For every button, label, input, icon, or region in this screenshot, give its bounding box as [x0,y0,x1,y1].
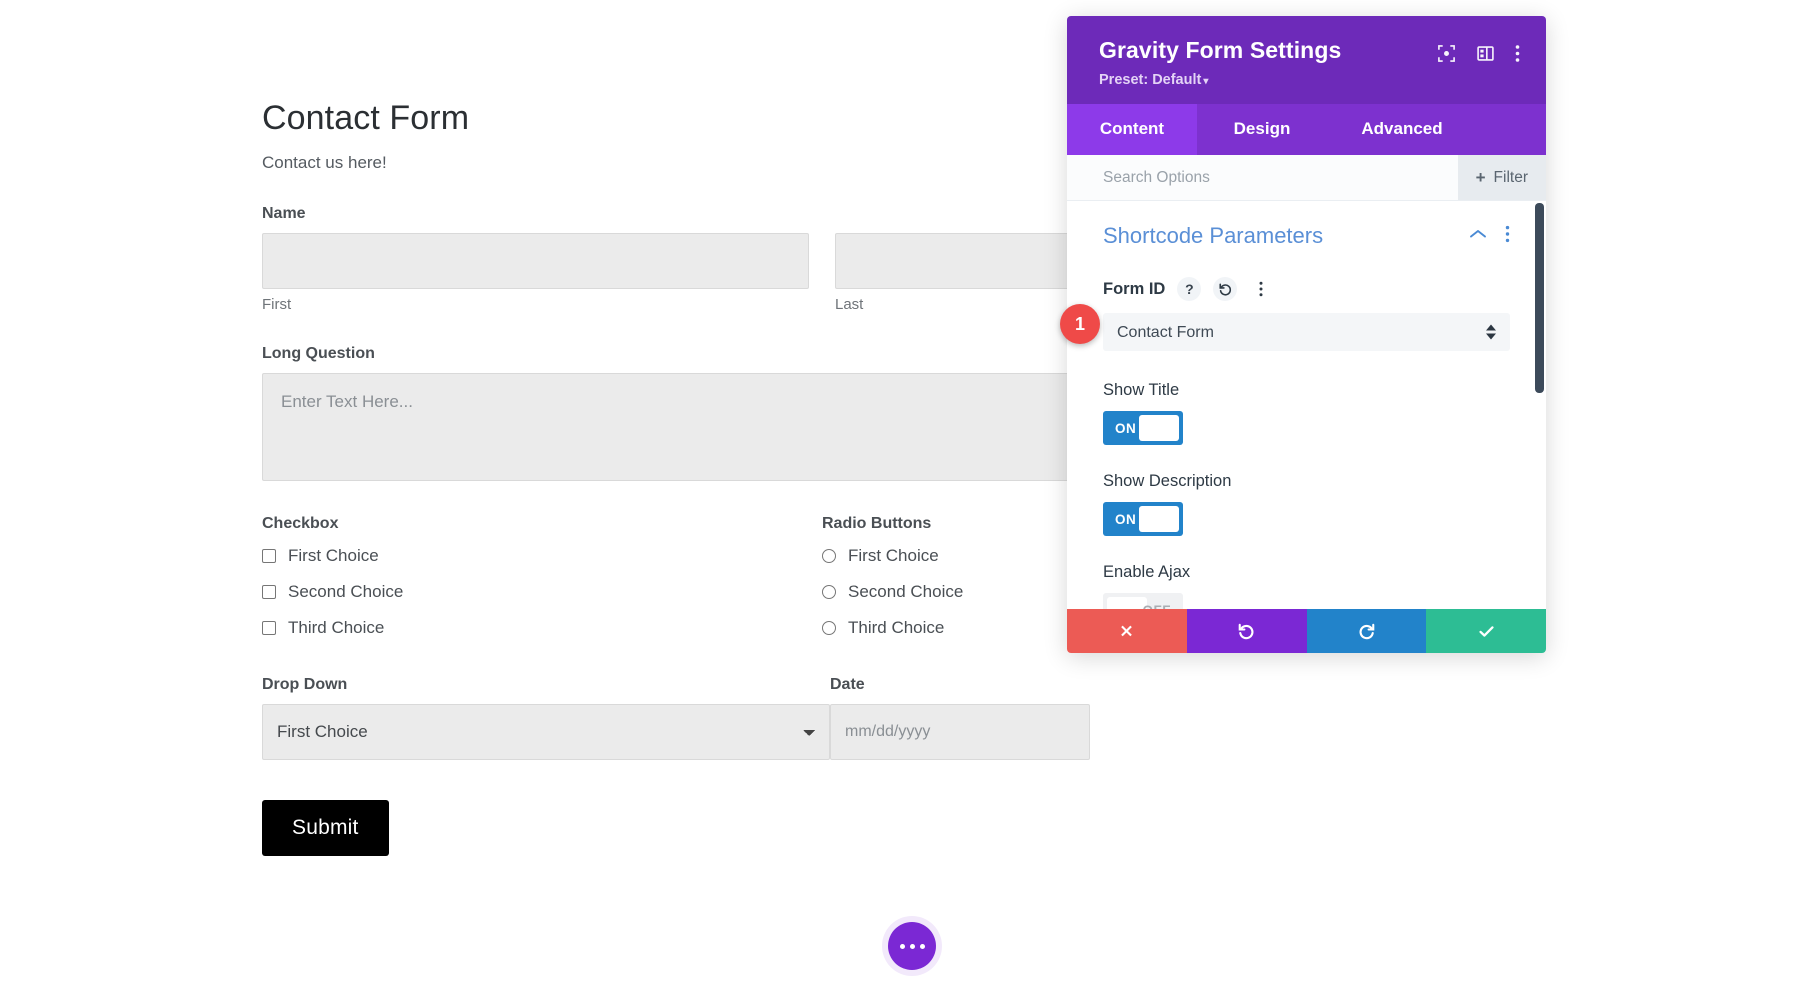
radio-option-label: Second Choice [848,582,963,602]
checkbox-group-label: Checkbox [262,515,822,533]
dropdown-select[interactable]: First Choice Second Choice Third Choice [262,704,830,760]
checkbox-option[interactable]: Third Choice [262,618,822,638]
preset-selector[interactable]: Preset: Default▾ [1099,72,1341,88]
search-bar: + Filter [1067,155,1546,201]
checkbox-group: Checkbox First Choice Second Choice Thir… [262,515,822,638]
checkbox-icon[interactable] [262,549,276,563]
show-title-toggle[interactable]: ON [1103,411,1183,445]
toggle-knob [1107,597,1147,609]
field-date: Date [830,676,1090,760]
show-description-label: Show Description [1103,472,1510,491]
form-id-label: Form ID [1103,280,1165,299]
checkbox-option-label: Third Choice [288,618,384,638]
redo-icon [1357,622,1376,641]
close-icon [1118,623,1135,640]
redo-button[interactable] [1307,609,1427,653]
modal-footer [1067,609,1546,653]
modal-title: Gravity Form Settings [1099,38,1341,63]
save-button[interactable] [1426,609,1546,653]
tab-content[interactable]: Content [1067,104,1197,155]
section-more-vertical-icon[interactable] [1505,225,1510,248]
preset-label: Preset: Default [1099,72,1201,88]
radio-option-label: Third Choice [848,618,944,638]
checkbox-option[interactable]: First Choice [262,546,822,566]
ellipsis-dot-icon [900,944,905,949]
toggle-knob [1139,415,1179,441]
modal-tabs: Content Design Advanced [1067,104,1546,155]
form-id-more-vertical-icon[interactable] [1249,277,1273,301]
toggle-knob [1139,506,1179,532]
modal-body: Shortcode Parameters [1067,201,1546,609]
layout-panel-icon[interactable] [1476,44,1495,68]
radio-icon[interactable] [822,549,836,563]
cancel-button[interactable] [1067,609,1187,653]
enable-ajax-label: Enable Ajax [1103,563,1510,582]
chevron-up-icon[interactable] [1469,227,1487,245]
help-icon[interactable]: ? [1177,277,1201,301]
chevron-down-icon: ▾ [1203,76,1208,87]
form-id-select-wrapper: Contact Form [1103,313,1510,351]
show-title-label: Show Title [1103,381,1510,400]
modal-header: Gravity Form Settings Preset: Default▾ [1067,16,1546,104]
floating-settings-button[interactable] [888,922,936,970]
modal-scrollbar[interactable] [1535,201,1544,609]
undo-icon [1237,622,1256,641]
gravity-form-settings-modal: Gravity Form Settings Preset: Default▾ [1067,16,1546,653]
show-title-toggle-state: ON [1115,421,1136,436]
ellipsis-dot-icon [910,944,915,949]
submit-button[interactable]: Submit [262,800,389,856]
undo-button[interactable] [1187,609,1307,653]
search-input[interactable] [1067,155,1458,200]
show-description-toggle-state: ON [1115,512,1136,527]
bottom-fields: Drop Down First Choice Second Choice Thi… [262,676,1382,760]
checkbox-option-label: Second Choice [288,582,403,602]
enable-ajax-toggle-state: OFF [1143,603,1172,609]
check-icon [1477,622,1496,641]
step-marker-1: 1 [1060,304,1100,344]
field-name-first: First [262,233,809,313]
more-vertical-icon[interactable] [1515,44,1520,68]
radio-option-label: First Choice [848,546,939,566]
tab-advanced[interactable]: Advanced [1327,104,1477,155]
radio-icon[interactable] [822,585,836,599]
page-canvas: Contact Form Contact us here! Name First… [0,0,1800,982]
fullscreen-icon[interactable] [1437,44,1456,68]
checkbox-icon[interactable] [262,621,276,635]
option-form-id-header: Form ID ? [1103,277,1510,301]
filter-button-label: Filter [1494,169,1528,187]
modal-header-icons [1437,38,1520,68]
section-title: Shortcode Parameters [1103,223,1323,249]
checkbox-option[interactable]: Second Choice [262,582,822,602]
tab-design[interactable]: Design [1197,104,1327,155]
filter-button[interactable]: + Filter [1458,155,1546,200]
radio-icon[interactable] [822,621,836,635]
ellipsis-dot-icon [920,944,925,949]
modal-header-text: Gravity Form Settings Preset: Default▾ [1099,38,1341,88]
field-date-label: Date [830,676,1090,694]
enable-ajax-toggle[interactable]: OFF [1103,593,1183,609]
field-dropdown: Drop Down First Choice Second Choice Thi… [262,676,830,760]
checkbox-option-label: First Choice [288,546,379,566]
section-actions [1469,225,1510,248]
field-dropdown-label: Drop Down [262,676,830,694]
scrollbar-thumb[interactable] [1535,203,1544,393]
reset-undo-icon[interactable] [1213,277,1237,301]
plus-icon: + [1476,168,1486,188]
date-input[interactable] [830,704,1090,760]
name-first-sublabel: First [262,296,809,313]
shortcode-parameters-section-header: Shortcode Parameters [1103,223,1510,249]
name-first-input[interactable] [262,233,809,289]
form-id-select[interactable]: Contact Form [1103,313,1510,351]
checkbox-icon[interactable] [262,585,276,599]
show-description-toggle[interactable]: ON [1103,502,1183,536]
